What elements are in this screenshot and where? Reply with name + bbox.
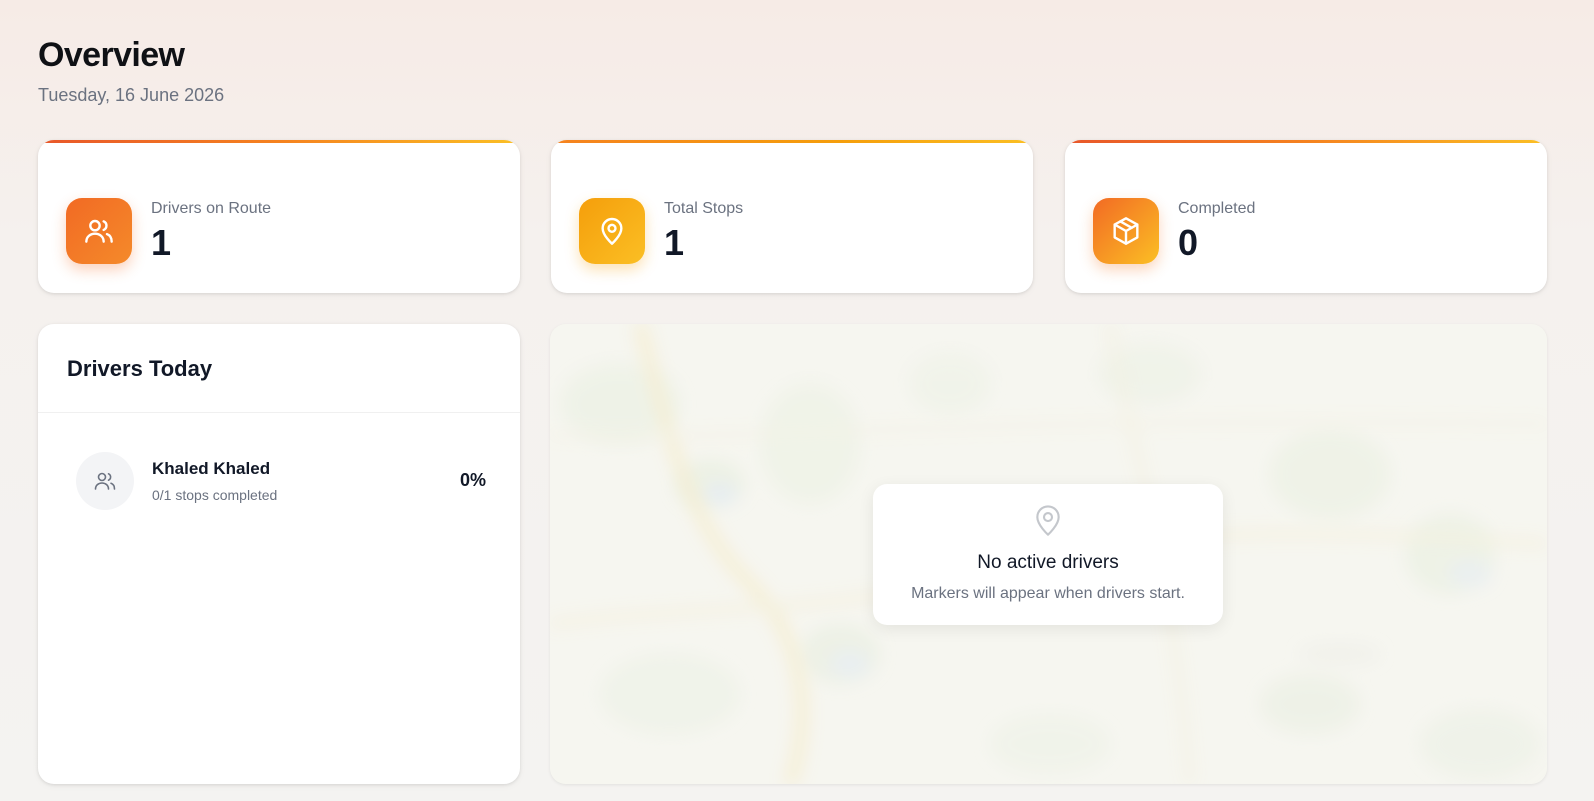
driver-avatar — [76, 452, 134, 510]
driver-list-item[interactable]: Khaled Khaled 0/1 stops completed 0% — [76, 452, 486, 510]
empty-state-subtitle: Markers will appear when drivers start. — [911, 585, 1185, 602]
driver-progress-text: 0/1 stops completed — [152, 487, 278, 503]
stat-value: 1 — [151, 222, 172, 263]
users-icon — [66, 198, 132, 264]
card-accent-bar — [38, 140, 520, 143]
card-accent-bar — [551, 140, 1033, 143]
map-pin-icon — [1036, 505, 1060, 536]
divider — [38, 412, 520, 413]
drivers-today-panel: Drivers Today Khaled Khaled 0/1 stops co… — [38, 324, 520, 784]
card-accent-bar — [1065, 140, 1547, 143]
stat-card-completed: Completed 0 — [1065, 140, 1547, 293]
stat-value: 0 — [1178, 222, 1199, 263]
empty-state-card: No active drivers Markers will appear wh… — [873, 484, 1223, 625]
stat-label: Total Stops — [664, 200, 744, 217]
panel-title: Drivers Today — [67, 356, 213, 381]
map-panel[interactable]: No active drivers Markers will appear wh… — [550, 324, 1547, 784]
driver-name: Khaled Khaled — [152, 459, 271, 478]
stat-card-drivers-on-route: Drivers on Route 1 — [38, 140, 520, 293]
stat-label: Drivers on Route — [151, 200, 272, 217]
stat-card-total-stops: Total Stops 1 — [551, 140, 1033, 293]
empty-state-title: No active drivers — [977, 552, 1119, 573]
package-icon — [1093, 198, 1159, 264]
driver-percent: 0% — [459, 470, 486, 490]
stat-label: Completed — [1178, 200, 1256, 217]
stat-value: 1 — [664, 222, 685, 263]
users-icon — [93, 469, 117, 493]
map-pin-icon — [579, 198, 645, 264]
page-date: Tuesday, 16 June 2026 — [38, 85, 225, 105]
page-title: Overview — [38, 36, 185, 74]
